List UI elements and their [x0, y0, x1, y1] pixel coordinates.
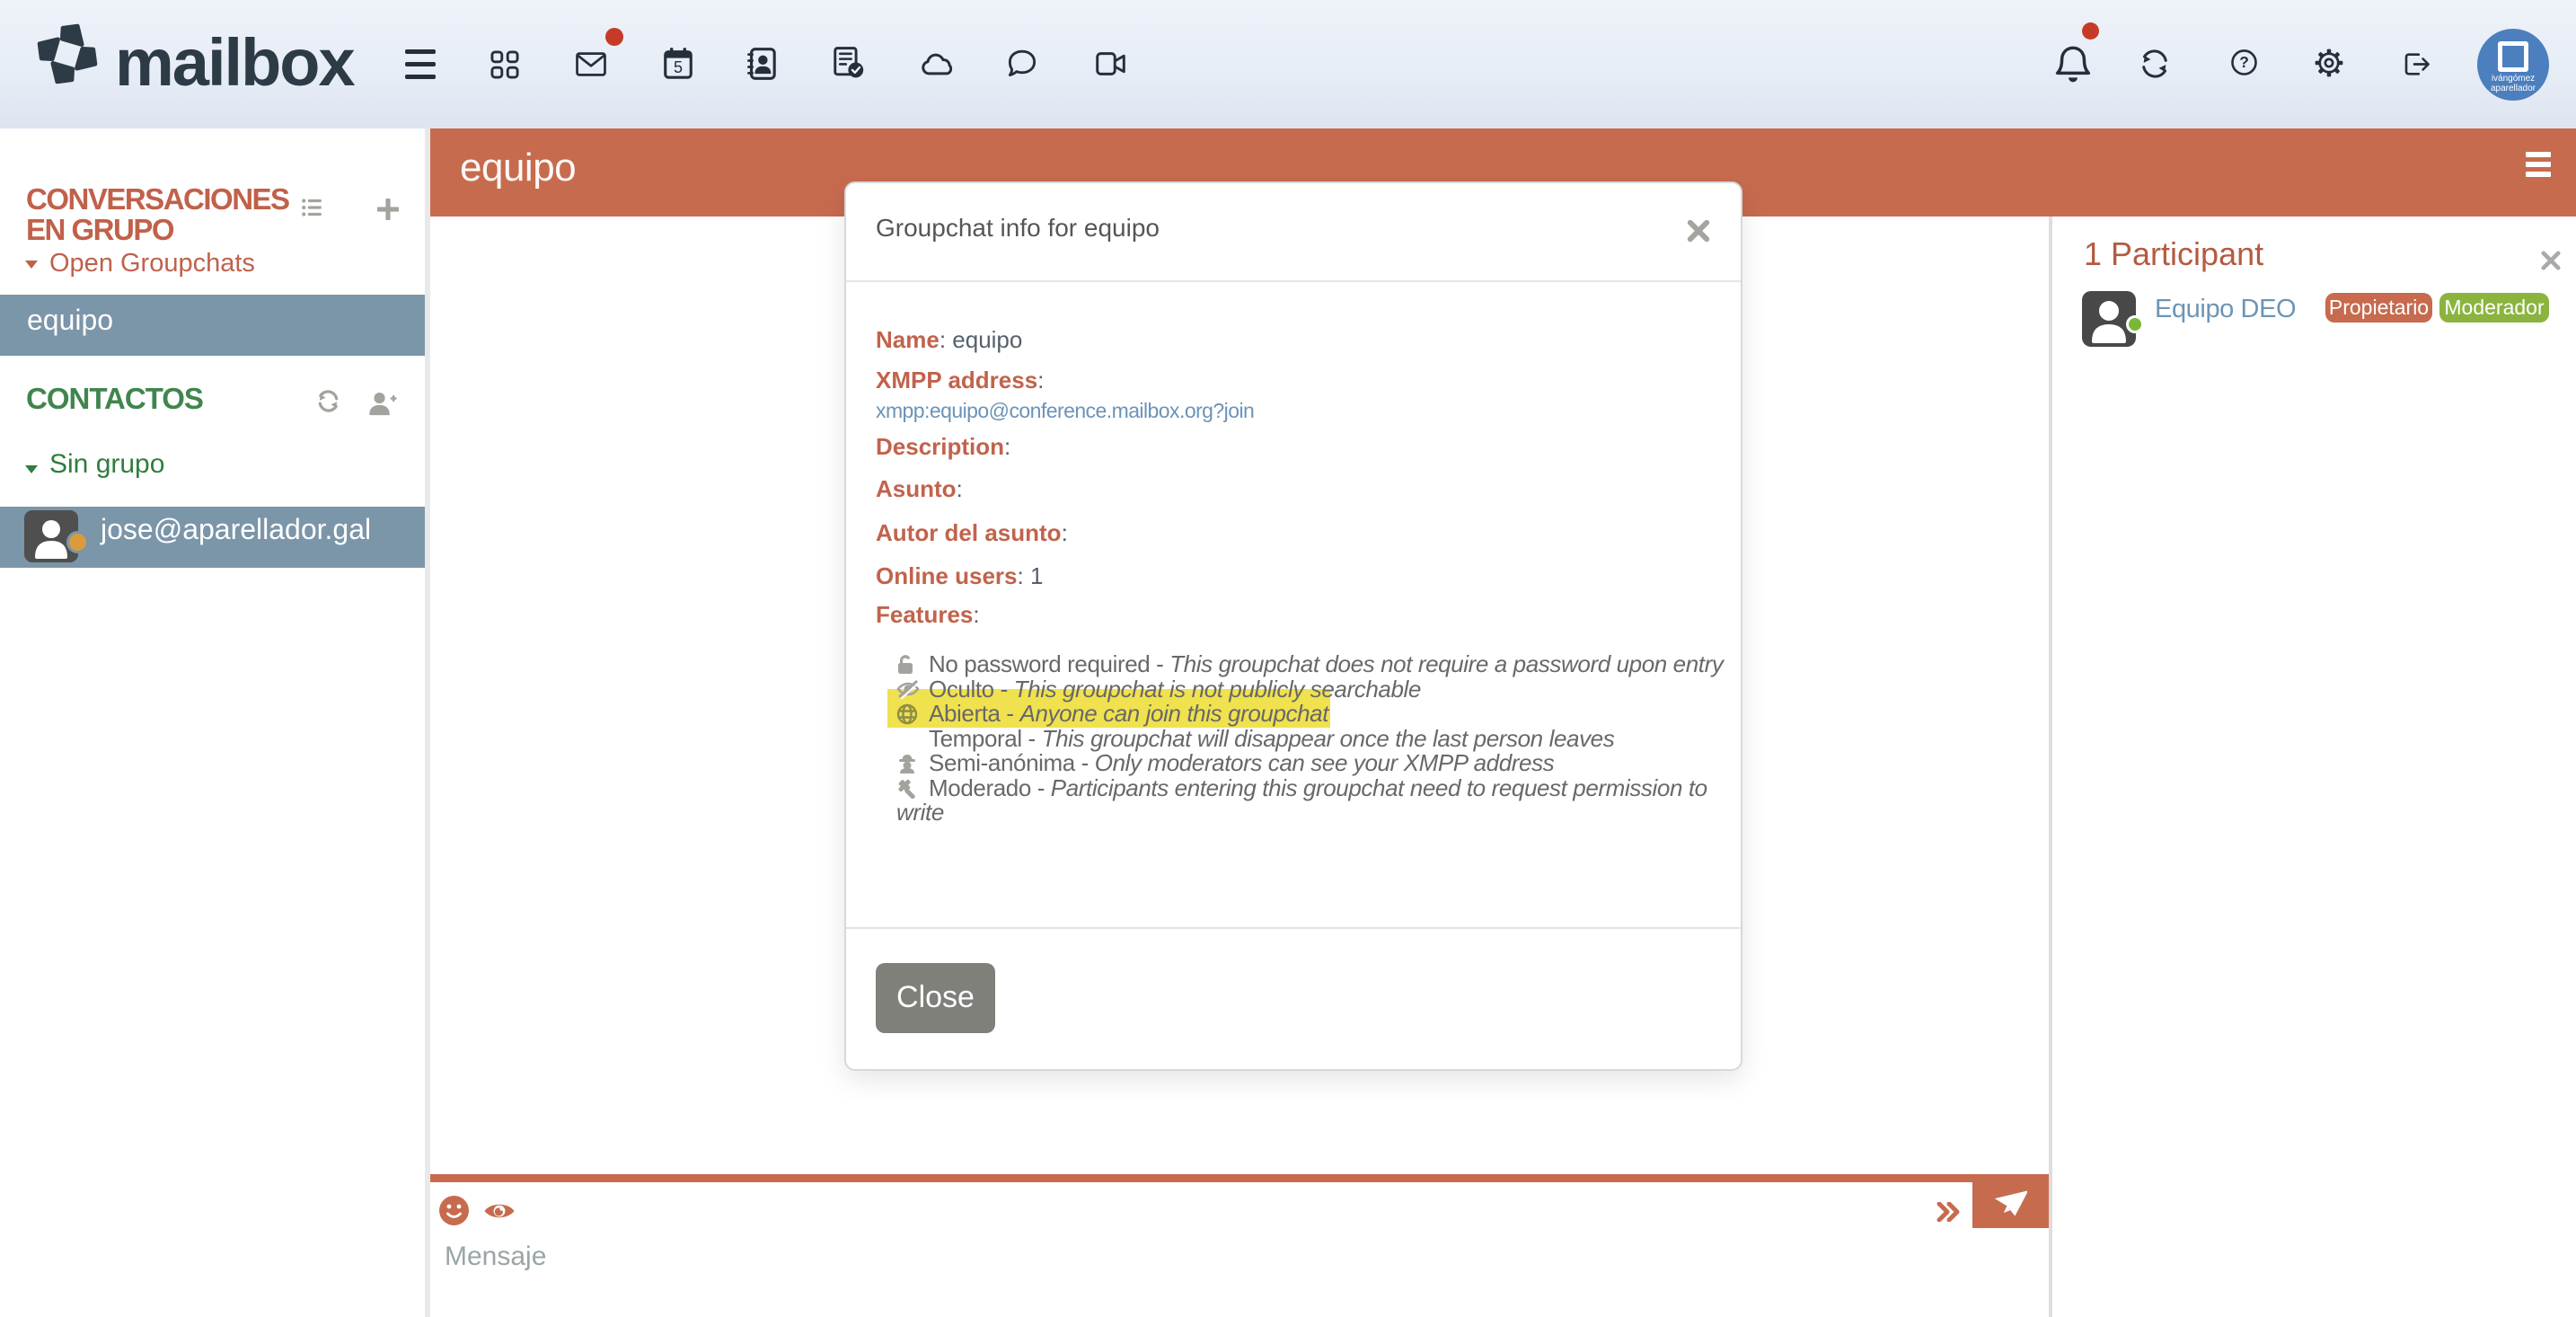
svg-text:5: 5 [674, 58, 683, 76]
svg-text:?: ? [2239, 53, 2249, 71]
